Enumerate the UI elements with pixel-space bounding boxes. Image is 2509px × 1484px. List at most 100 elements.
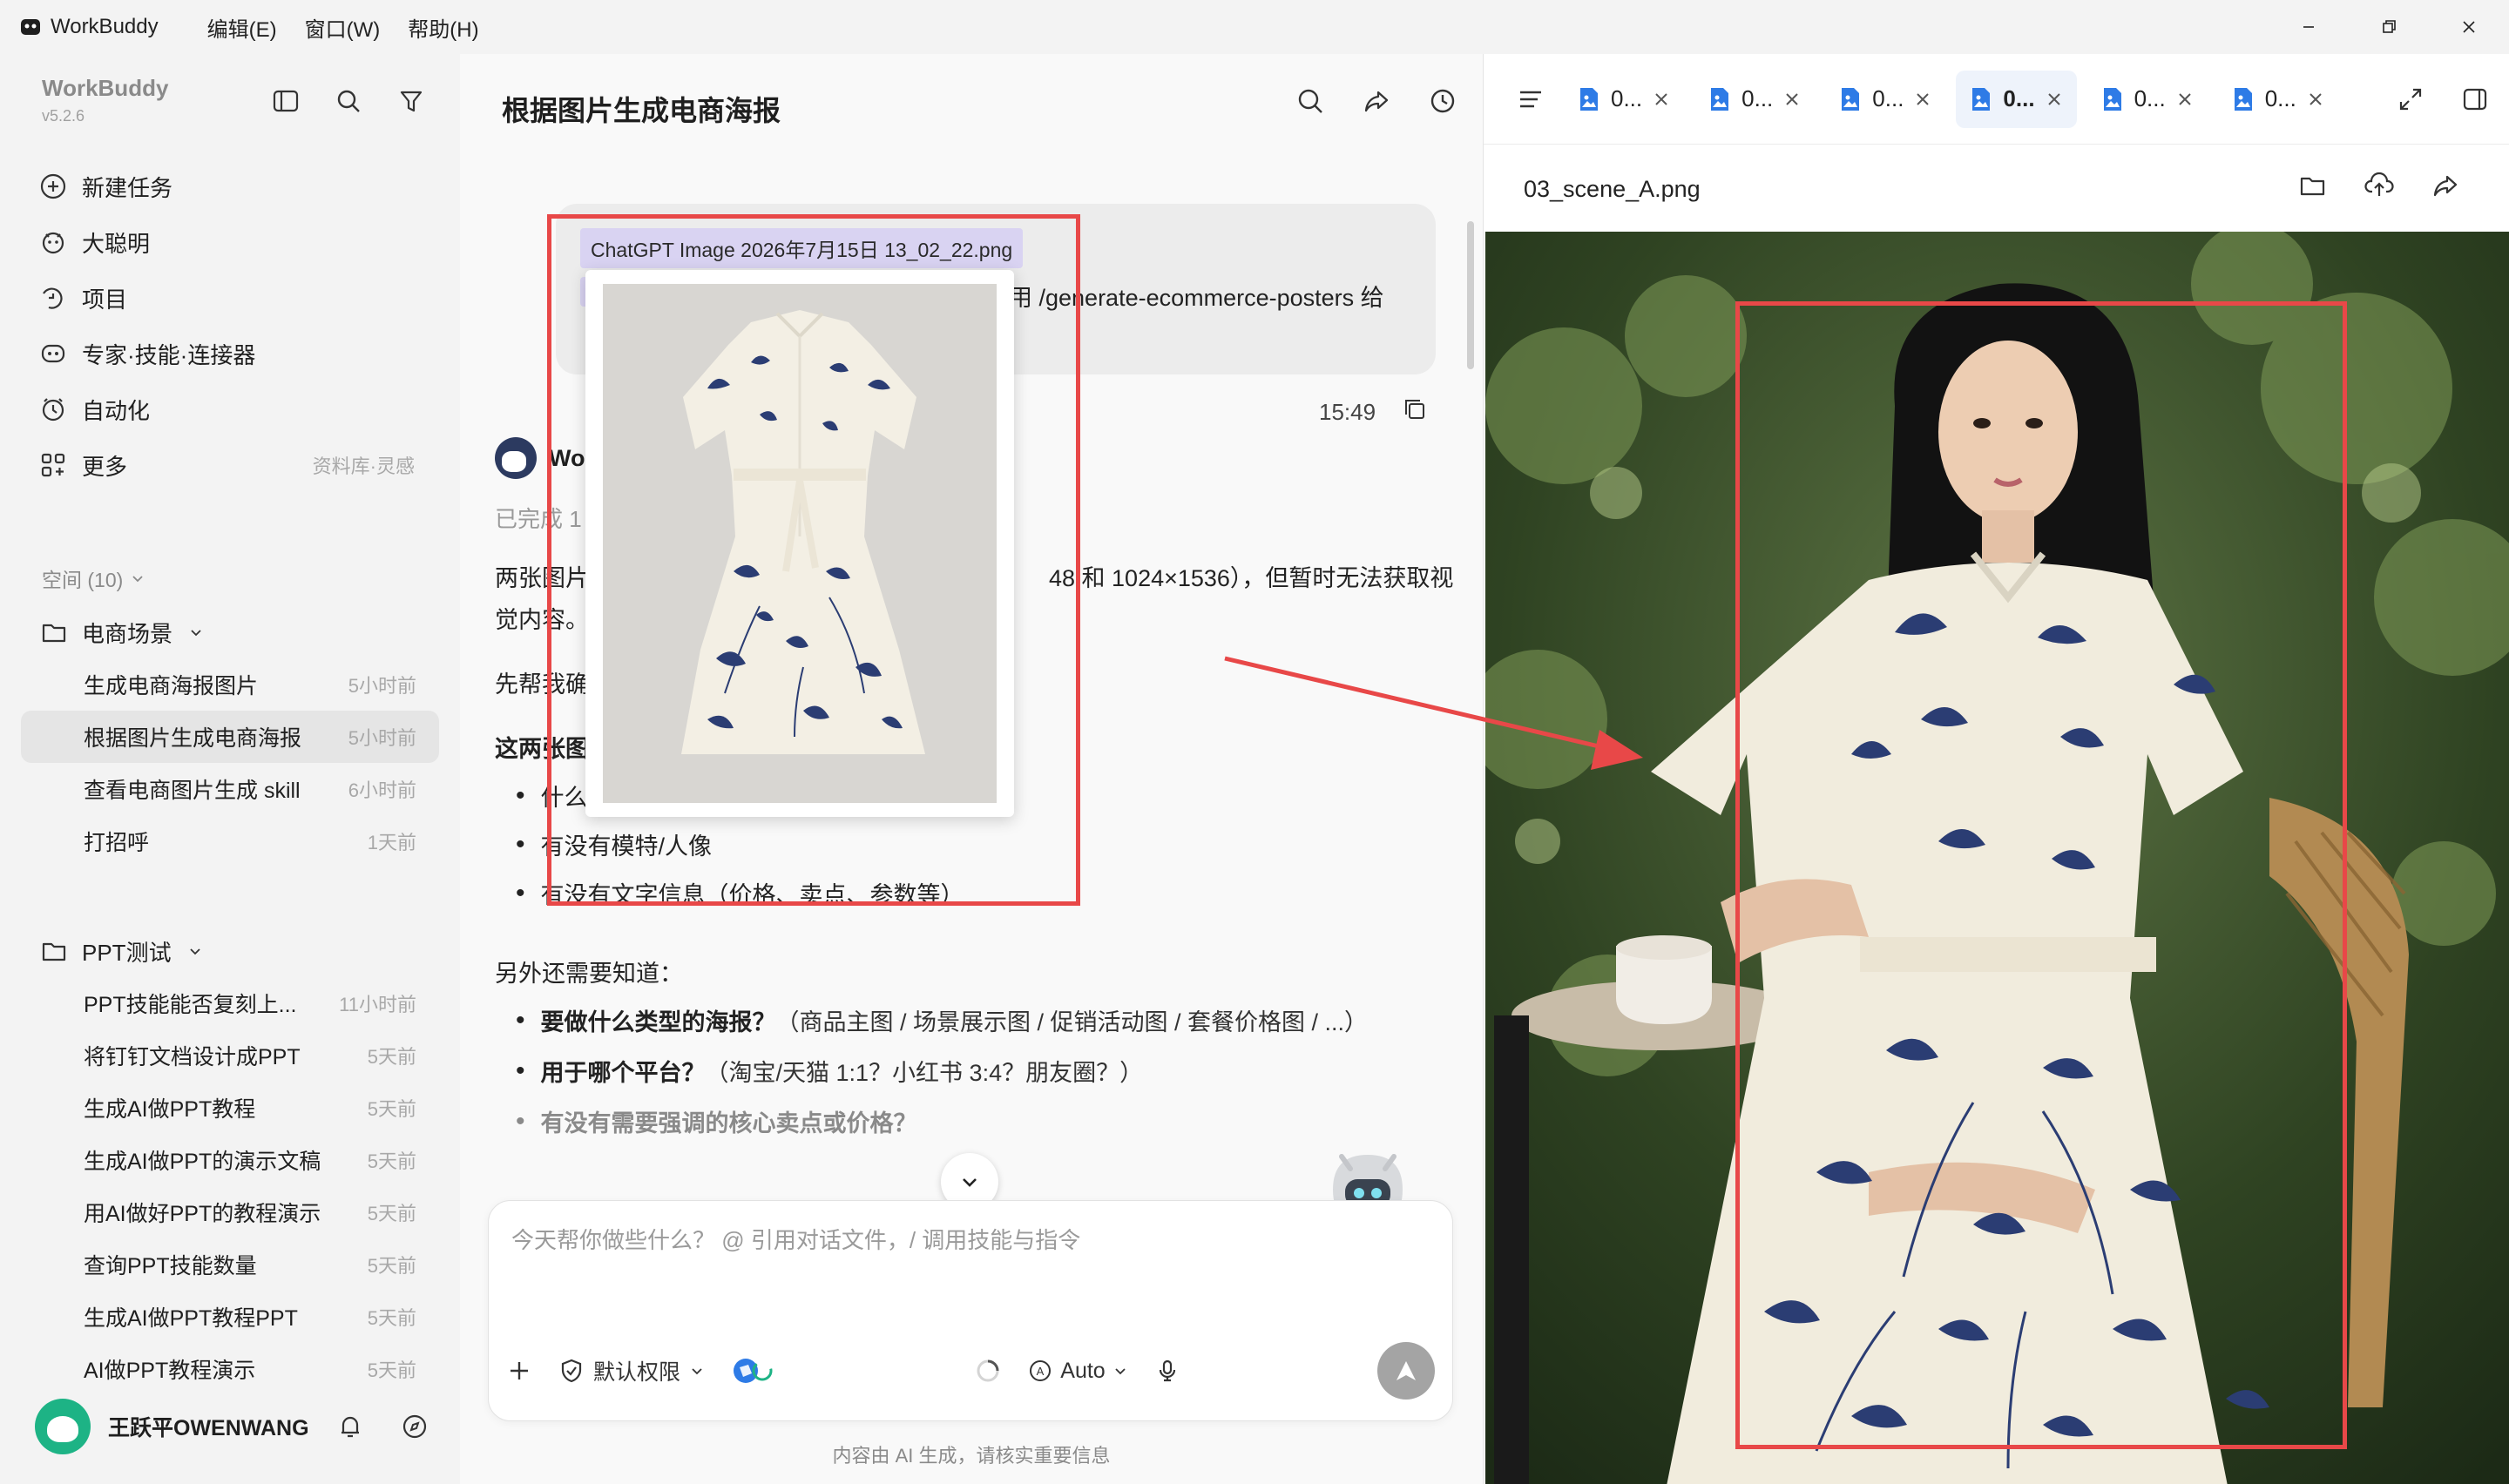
close-icon[interactable] xyxy=(1653,91,1670,108)
nav-label: 更多 xyxy=(82,453,128,480)
file-tab[interactable]: 0... xyxy=(1694,71,1815,128)
close-icon[interactable] xyxy=(2176,91,2194,108)
message-input[interactable] xyxy=(511,1227,1383,1254)
thread-item[interactable]: 查看电商图片生成 skill 6小时前 xyxy=(21,763,439,815)
plus-circle-icon xyxy=(40,173,66,199)
share-icon[interactable] xyxy=(2431,171,2460,200)
nav-project[interactable]: 项目 xyxy=(38,270,439,326)
chevron-down-icon xyxy=(189,948,200,955)
thread-item[interactable]: 生成AI做PPT教程PPT 5天前 xyxy=(21,1291,439,1343)
thread-item[interactable]: 生成AI做PPT的演示文稿 5天前 xyxy=(21,1134,439,1186)
thread-item[interactable]: PPT技能能否复刻上... 11小时前 xyxy=(21,977,439,1029)
space-label[interactable]: 空间 (10) xyxy=(42,563,145,593)
nav-automation[interactable]: 自动化 xyxy=(38,381,439,437)
connector-icon xyxy=(734,1359,773,1383)
permission-selector[interactable]: 默认权限 xyxy=(558,1355,705,1386)
close-icon[interactable] xyxy=(2307,91,2324,108)
list-item: 有没有需要强调的核心卖点或价格？ xyxy=(516,1104,917,1138)
group-header[interactable]: PPT测试 xyxy=(21,925,439,977)
chevron-down-icon xyxy=(1115,1368,1126,1375)
annotation-box-right xyxy=(1735,301,2347,1449)
file-tab-active[interactable]: 0... xyxy=(1956,70,2077,128)
thread-title: AI做PPT教程演示 xyxy=(84,1359,256,1383)
file-tab[interactable]: 0... xyxy=(1564,71,1684,128)
nav-label: 自动化 xyxy=(82,397,151,424)
thread-item[interactable]: 打招呼 1天前 xyxy=(21,815,439,867)
chevron-down-icon xyxy=(132,576,143,583)
add-attachment-button[interactable] xyxy=(506,1358,532,1384)
image-file-icon xyxy=(1711,87,1729,111)
thread-item[interactable]: 生成AI做PPT教程 5天前 xyxy=(21,1082,439,1134)
menu-help[interactable]: 帮助(H) xyxy=(408,12,478,43)
panel-toggle-icon[interactable] xyxy=(2461,85,2489,113)
model-label: Auto xyxy=(1060,1358,1106,1383)
send-button[interactable] xyxy=(1376,1342,1435,1400)
file-tab[interactable]: 0... xyxy=(2087,71,2208,128)
sidebar: WorkBuddy v5.2.6 新建任务 大聪明 项目 专家·技能·连接器 自… xyxy=(0,54,460,1484)
upload-icon[interactable] xyxy=(2364,171,2394,200)
model-selector[interactable]: A Auto xyxy=(1027,1358,1127,1384)
close-icon[interactable] xyxy=(1783,91,1801,108)
restore-button[interactable] xyxy=(2349,0,2429,54)
close-icon[interactable] xyxy=(2046,91,2063,108)
tab-label: 0... xyxy=(2264,85,2296,111)
compass-icon[interactable] xyxy=(400,1412,429,1441)
nav-new-task[interactable]: 新建任务 xyxy=(38,159,439,214)
search-icon[interactable] xyxy=(333,85,364,117)
copy-icon[interactable] xyxy=(1401,395,1429,423)
send-icon xyxy=(1396,1361,1416,1380)
close-icon[interactable] xyxy=(1914,91,1931,108)
image-file-icon xyxy=(2234,87,2252,111)
minimize-button[interactable] xyxy=(2269,0,2349,54)
thread-title: 打招呼 xyxy=(84,831,150,855)
tab-label: 0... xyxy=(1872,85,1904,111)
tab-label: 0... xyxy=(1741,85,1774,111)
share-icon[interactable] xyxy=(1361,85,1392,117)
tab-label: 0... xyxy=(2134,85,2166,111)
avatar[interactable] xyxy=(35,1399,91,1454)
bell-icon[interactable] xyxy=(335,1412,365,1441)
filter-icon[interactable] xyxy=(396,85,427,117)
folder-open-icon[interactable] xyxy=(2298,171,2328,200)
title-bar: WorkBuddy 编辑(E) 窗口(W) 帮助(H) xyxy=(0,0,2509,54)
group-name: PPT测试 xyxy=(82,939,172,966)
connector-toggle[interactable] xyxy=(731,1356,778,1386)
composer: 默认权限 A Auto xyxy=(488,1200,1453,1421)
list-item-bold: 有没有需要强调的核心卖点或价格？ xyxy=(540,1110,917,1137)
toggle-sidebar-icon[interactable] xyxy=(270,85,301,117)
thread-time: 5天前 xyxy=(367,1359,416,1381)
loading-indicator xyxy=(975,1358,1001,1384)
more-icon xyxy=(41,453,65,477)
microphone-button[interactable] xyxy=(1154,1358,1180,1384)
thread-item[interactable]: 生成电商海报图片 5小时前 xyxy=(21,658,439,711)
file-tab[interactable]: 0... xyxy=(1825,71,1945,128)
thread-item-active[interactable]: 根据图片生成电商海报 5小时前 xyxy=(21,711,439,763)
thread-item[interactable]: 查询PPT技能数量 5天前 xyxy=(21,1238,439,1291)
tab-label: 0... xyxy=(1611,85,1643,111)
search-icon[interactable] xyxy=(1295,85,1326,117)
space-count: 空间 (10) xyxy=(42,569,124,591)
history-icon[interactable] xyxy=(1427,85,1458,117)
thread-title: 查看电商图片生成 skill xyxy=(84,779,301,803)
menu-window[interactable]: 窗口(W) xyxy=(305,12,381,43)
scrollbar[interactable] xyxy=(1467,221,1474,369)
nav-more[interactable]: 更多 资料库·灵感 xyxy=(38,437,439,493)
group-header[interactable]: 电商场景 xyxy=(21,606,439,658)
menu-icon[interactable] xyxy=(1515,84,1546,115)
list-item-bold: 用于哪个平台？ xyxy=(540,1060,706,1086)
message-time: 15:49 xyxy=(1319,399,1376,425)
expand-icon[interactable] xyxy=(2397,85,2424,113)
close-window-button[interactable] xyxy=(2429,0,2509,54)
version-label: v5.2.6 xyxy=(42,107,85,125)
thread-time: 5天前 xyxy=(367,1307,416,1329)
thread-item[interactable]: 用AI做好PPT的教程演示 5天前 xyxy=(21,1186,439,1238)
thread-item[interactable]: 将钉钉文档设计成PPT 5天前 xyxy=(21,1029,439,1082)
thread-item[interactable]: AI做PPT教程演示 5天前 xyxy=(21,1343,439,1395)
nav-expert[interactable]: 专家·技能·连接器 xyxy=(38,326,439,381)
thread-time: 5天前 xyxy=(367,1203,416,1224)
nav-label: 项目 xyxy=(82,286,128,313)
folder-icon xyxy=(42,942,66,961)
nav-agent[interactable]: 大聪明 xyxy=(38,214,439,270)
menu-edit[interactable]: 编辑(E) xyxy=(207,12,277,43)
file-tab[interactable]: 0... xyxy=(2218,71,2338,128)
